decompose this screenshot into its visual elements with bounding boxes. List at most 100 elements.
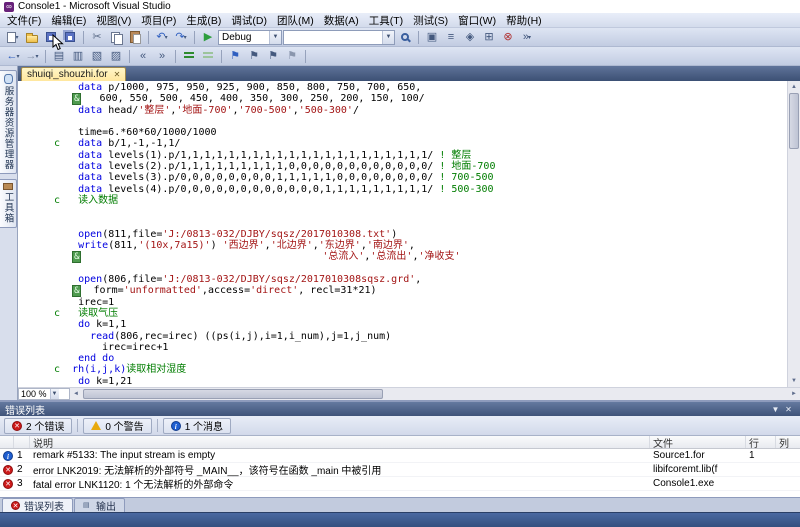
quick-info-icon[interactable]: ▨ (107, 48, 125, 65)
code-line: open(806,file='J:/0813-032/DJBY/sqsz/201… (54, 274, 787, 285)
row-number: 1 (14, 450, 30, 461)
menu-item[interactable]: 数据(A) (319, 12, 364, 29)
indent-decrease-icon[interactable]: « (134, 48, 152, 65)
toolbox-icon[interactable]: ⊞ (480, 29, 498, 46)
undo-icon[interactable]: ↶▾ (153, 29, 171, 46)
side-tab-工具箱[interactable]: 工具箱 (0, 179, 17, 228)
chevron-down-icon[interactable]: ▾ (35, 53, 38, 60)
toggle-bookmark-icon[interactable]: ⚑ (226, 48, 244, 65)
horizontal-scrollbar[interactable]: ◄ ► (70, 388, 800, 401)
vertical-scroll-track[interactable] (788, 149, 800, 375)
code-area[interactable]: data p/1000, 975, 950, 925, 900, 850, 80… (18, 81, 787, 387)
column-header-description[interactable]: 说明 (30, 436, 650, 448)
side-tab-服务器资源管理器[interactable]: 服务器资源管理器 (0, 70, 17, 174)
clear-bookmarks-icon[interactable]: ⚑ (283, 48, 301, 65)
code-line: data levels(3).p/0,0,0,0,0,0,0,0,1,1,1,1… (54, 172, 787, 183)
next-bookmark-icon[interactable]: ⚑ (264, 48, 282, 65)
copy-icon[interactable] (107, 29, 125, 46)
menu-item[interactable]: 窗口(W) (453, 12, 501, 29)
menu-item[interactable]: 视图(V) (91, 12, 136, 29)
scroll-up-icon[interactable]: ▲ (788, 81, 800, 93)
properties-window-icon[interactable]: ≡ (442, 29, 460, 46)
redo-icon[interactable]: ↷▾ (172, 29, 190, 46)
code-token: 'J:/0813-032/DJBY/sqsz/2017010308.txt' (162, 229, 391, 240)
uncomment-selection-icon[interactable] (199, 48, 217, 65)
cut-icon[interactable]: ✂ (88, 29, 106, 46)
member-list-icon[interactable]: ▤ (50, 48, 68, 65)
column-header-column[interactable]: 列 (776, 436, 800, 448)
close-icon[interactable]: ✕ (782, 405, 795, 414)
document-tab[interactable]: shuiqi_shouzhi.for ✕ (21, 67, 126, 81)
menu-item[interactable]: 文件(F) (2, 12, 46, 29)
chevron-down-icon[interactable]: ▼ (382, 31, 394, 44)
scroll-left-icon[interactable]: ◄ (70, 388, 82, 400)
chevron-down-icon[interactable]: ▾ (184, 34, 187, 41)
object-browser-icon[interactable]: ◈ (461, 29, 479, 46)
errors-filter-button[interactable]: ✕ 2 个错误 (4, 418, 72, 434)
code-line: data levels(1).p/1,1,1,1,1,1,1,1,1,1,1,1… (54, 150, 787, 161)
menu-item[interactable]: 帮助(H) (501, 12, 547, 29)
scroll-down-icon[interactable]: ▼ (788, 375, 800, 387)
open-file-icon[interactable] (23, 29, 41, 46)
menu-item[interactable]: 调试(D) (226, 12, 272, 29)
code-token (54, 285, 72, 296)
messages-filter-button[interactable]: i 1 个消息 (163, 418, 231, 434)
zoom-value: 100 % (21, 389, 47, 399)
chevron-down-icon[interactable]: ▾ (16, 53, 19, 60)
find-in-files-icon[interactable] (396, 29, 414, 46)
navigate-forward-icon[interactable]: →▾ (23, 48, 41, 65)
code-token (54, 251, 72, 262)
chevron-down-icon[interactable]: ▼ (50, 389, 59, 399)
menu-item[interactable]: 生成(B) (181, 12, 226, 29)
horizontal-scroll-thumb[interactable] (83, 389, 383, 399)
menu-item[interactable]: 编辑(E) (46, 12, 91, 29)
column-header-number[interactable] (14, 436, 30, 448)
vertical-scrollbar[interactable]: ▲ ▼ (787, 81, 800, 387)
column-header-file[interactable]: 文件 (650, 436, 746, 448)
warnings-filter-button[interactable]: 0 个警告 (83, 418, 151, 434)
chevron-down-icon[interactable]: ▾ (165, 34, 168, 41)
parameter-info-icon[interactable]: ▧ (88, 48, 106, 65)
error-row[interactable]: i1remark #5133: The input stream is empt… (0, 449, 800, 463)
menu-item[interactable]: 工具(T) (364, 12, 408, 29)
scroll-right-icon[interactable]: ► (788, 388, 800, 400)
code-token: head/ (102, 105, 138, 116)
member-list-icon: ▤ (54, 51, 64, 62)
menu-item[interactable]: 团队(M) (272, 12, 319, 29)
word-completion-icon[interactable]: ▥ (69, 48, 87, 65)
chevron-down-icon[interactable]: ▾ (528, 34, 531, 41)
row-description: error LNK2019: 无法解析的外部符号 _MAIN__，该符号在函数 … (30, 462, 650, 477)
save-icon[interactable] (42, 29, 60, 46)
error-list-icon[interactable]: ⊗ (499, 29, 517, 46)
save-all-icon[interactable] (61, 29, 79, 46)
vertical-scroll-thumb[interactable] (789, 93, 799, 149)
zoom-control[interactable]: 100 % ▼ (18, 388, 70, 400)
panel-tab-输出[interactable]: ▤输出 (74, 498, 125, 512)
menu-item[interactable]: 测试(S) (408, 12, 453, 29)
panel-tab-错误列表[interactable]: ✕错误列表 (2, 498, 73, 512)
error-row[interactable]: ✕3fatal error LNK1120: 1 个无法解析的外部命令Conso… (0, 477, 800, 491)
navigate-backward-icon[interactable]: ←▾ (4, 48, 22, 65)
solution-configurations-combo[interactable]: Debug▼ (218, 30, 282, 45)
error-list-toolbar: ✕ 2 个错误 0 个警告 i 1 个消息 (0, 416, 800, 436)
window-position-icon[interactable]: ▼ (769, 405, 782, 414)
code-token: data (78, 161, 102, 172)
column-header-severity[interactable] (0, 436, 14, 448)
bottom-panel-tabs: ✕错误列表▤输出 (0, 497, 800, 512)
indent-increase-icon[interactable]: » (153, 48, 171, 65)
paste-icon[interactable] (126, 29, 144, 46)
new-file-icon[interactable]: ▾ (4, 29, 22, 46)
chevron-down-icon[interactable]: ▼ (269, 31, 281, 44)
solution-explorer-icon[interactable]: ▣ (423, 29, 441, 46)
menu-item[interactable]: 项目(P) (136, 12, 181, 29)
immediate-window-icon[interactable]: »▾ (518, 29, 536, 46)
previous-bookmark-icon[interactable]: ⚑ (245, 48, 263, 65)
error-row[interactable]: ✕2error LNK2019: 无法解析的外部符号 _MAIN__，该符号在函… (0, 463, 800, 477)
error-icon-cell: ✕ (0, 479, 14, 489)
solution-platforms-combo[interactable]: ▼ (283, 30, 395, 45)
code-line: do k=1,1 (54, 319, 787, 330)
close-icon[interactable]: ✕ (114, 71, 121, 79)
comment-selection-icon[interactable] (180, 48, 198, 65)
start-debug-icon[interactable]: ▶ (199, 29, 217, 46)
column-header-line[interactable]: 行 (746, 436, 776, 448)
